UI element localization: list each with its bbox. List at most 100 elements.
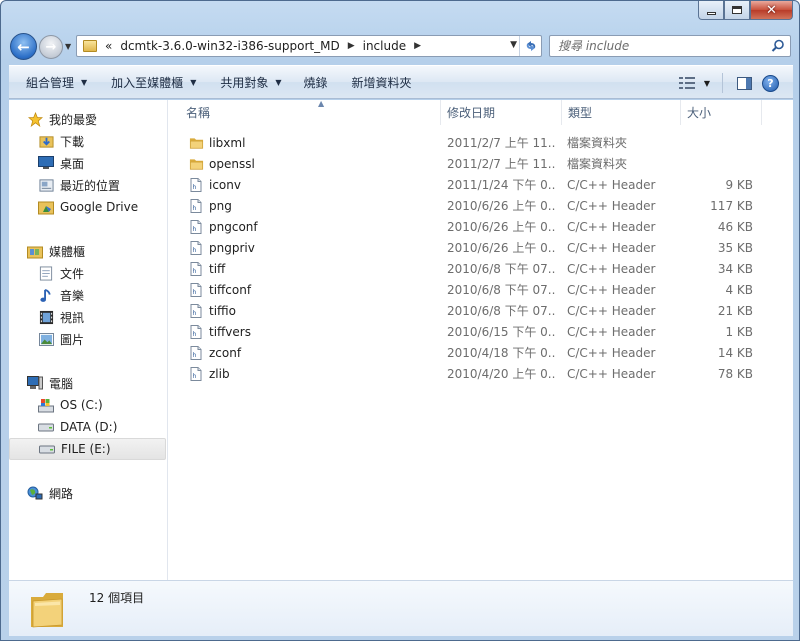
file-name: openssl <box>209 156 255 171</box>
search-input[interactable] <box>558 39 768 53</box>
file-name-cell: h tiffvers <box>188 321 438 342</box>
refresh-button[interactable] <box>519 36 541 56</box>
file-row[interactable]: h zconf 2010/4/18 下午 0... C/C++ Header 14 KB <box>168 342 793 363</box>
include-in-library-label: 加入至媒體櫃 <box>111 75 184 90</box>
file-date: 2011/2/7 上午 11... <box>447 136 555 150</box>
maximize-icon <box>732 6 742 14</box>
file-size: 9 KB <box>725 177 753 192</box>
file-type: 檔案資料夾 <box>567 157 628 171</box>
forward-arrow-icon: → <box>45 39 57 55</box>
change-view-button[interactable]: ▼ <box>671 77 718 89</box>
new-folder-button[interactable]: 新增資料夾 <box>343 70 421 94</box>
nav-computer[interactable]: 電腦 <box>27 372 73 394</box>
file-row[interactable]: h pngpriv 2010/6/26 上午 0... C/C++ Header 35 … <box>168 237 793 258</box>
address-bar[interactable]: « dcmtk-3.6.0-win32-i386-support_MD ▶ in… <box>76 35 542 57</box>
downloads-folder-icon <box>38 133 54 149</box>
header-file-icon: h <box>188 219 204 235</box>
nav-item-drive-d[interactable]: DATA (D:) <box>38 416 117 438</box>
nav-item-drive-c[interactable]: OS (C:) <box>38 394 103 416</box>
include-in-library-menu[interactable]: 加入至媒體櫃 ▼ <box>102 70 205 94</box>
breadcrumb-chevron-icon[interactable]: ▶ <box>348 41 355 51</box>
nav-network[interactable]: 網路 <box>27 482 73 504</box>
search-box[interactable] <box>549 35 791 57</box>
videos-icon <box>38 309 54 325</box>
header-file-icon: h <box>188 345 204 361</box>
minimize-button[interactable] <box>698 1 724 20</box>
breadcrumb-segment[interactable]: dcmtk-3.6.0-win32-i386-support_MD <box>120 39 339 53</box>
nav-item-downloads[interactable]: 下載 <box>38 130 84 152</box>
nav-item-documents[interactable]: 文件 <box>38 262 84 284</box>
file-type: C/C++ Header <box>567 219 656 234</box>
address-dropdown-button[interactable]: ▼ <box>510 40 517 50</box>
share-with-menu[interactable]: 共用對象 ▼ <box>211 70 290 94</box>
column-header-date[interactable]: 修改日期 <box>441 100 561 125</box>
file-name-cell: h iconv <box>188 174 438 195</box>
file-row[interactable]: openssl 2011/2/7 上午 11... 檔案資料夾 <box>168 153 793 174</box>
navigation-pane: 我的最愛 下載 桌面 最近的位置 Google Drive 媒體櫃 文件 音樂 … <box>9 100 167 580</box>
close-button[interactable]: ✕ <box>750 1 793 20</box>
nav-label: 最近的位置 <box>60 178 121 193</box>
file-type: 檔案資料夾 <box>567 136 628 150</box>
nav-libraries[interactable]: 媒體櫃 <box>27 240 85 262</box>
toolbar-separator <box>722 73 723 93</box>
maximize-button[interactable] <box>724 1 750 20</box>
column-divider[interactable] <box>761 100 762 125</box>
address-overflow-button[interactable]: « <box>105 39 112 53</box>
nav-label: DATA (D:) <box>60 420 118 434</box>
nav-item-videos[interactable]: 視訊 <box>38 306 84 328</box>
column-header-type[interactable]: 類型 <box>562 100 680 125</box>
computer-icon <box>27 375 43 391</box>
file-type: C/C++ Header <box>567 177 656 192</box>
file-type: C/C++ Header <box>567 240 656 255</box>
file-row[interactable]: h iconv 2011/1/24 下午 0... C/C++ Header 9 KB <box>168 174 793 195</box>
file-row[interactable]: h png 2010/6/26 上午 0... C/C++ Header 117 KB <box>168 195 793 216</box>
nav-favorites[interactable]: 我的最愛 <box>27 108 97 130</box>
help-icon[interactable]: ? <box>762 74 779 92</box>
burn-button[interactable]: 燒錄 <box>295 70 337 94</box>
file-row[interactable]: h tiffvers 2010/6/15 下午 0... C/C++ Header 1 … <box>168 321 793 342</box>
breadcrumb-segment[interactable]: include <box>363 39 406 53</box>
recent-pages-dropdown[interactable]: ▼ <box>65 42 71 51</box>
nav-item-music[interactable]: 音樂 <box>38 284 84 306</box>
forward-button[interactable]: → <box>39 35 63 59</box>
nav-item-pictures[interactable]: 圖片 <box>38 328 84 350</box>
organize-menu[interactable]: 組合管理 ▼ <box>17 70 96 94</box>
file-row[interactable]: h tiffconf 2010/6/8 下午 07... C/C++ Header 4 … <box>168 279 793 300</box>
explorer-window: ✕ ← → ▼ « dcmtk-3.6.0-win32-i386-support… <box>0 0 800 641</box>
preview-pane-icon[interactable] <box>737 76 752 90</box>
file-size <box>688 153 753 174</box>
file-row[interactable]: h zlib 2010/4/20 上午 0... C/C++ Header 78 KB <box>168 363 793 384</box>
minimize-icon <box>706 11 716 15</box>
column-header-size[interactable]: 大小 <box>681 100 761 125</box>
file-row[interactable]: h tiff 2010/6/8 下午 07... C/C++ Header 34 KB <box>168 258 793 279</box>
command-bar: 組合管理 ▼ 加入至媒體櫃 ▼ 共用對象 ▼ 燒錄 新增資料夾 ▼ ? <box>9 65 793 99</box>
nav-label: 圖片 <box>60 332 85 347</box>
file-size: 78 KB <box>717 366 753 381</box>
search-icon[interactable] <box>771 39 785 53</box>
file-name-cell: h tiff <box>188 258 438 279</box>
nav-item-drive-e[interactable]: FILE (E:) <box>9 438 166 460</box>
file-row[interactable]: h tiffio 2010/6/8 下午 07... C/C++ Header 21 K… <box>168 300 793 321</box>
nav-item-desktop[interactable]: 桌面 <box>38 152 84 174</box>
nav-item-recent-places[interactable]: 最近的位置 <box>38 174 120 196</box>
folder-icon <box>188 135 204 151</box>
share-with-label: 共用對象 <box>220 75 269 90</box>
file-size: 34 KB <box>717 261 753 276</box>
file-row[interactable]: h pngconf 2010/6/26 上午 0... C/C++ Header 46 … <box>168 216 793 237</box>
caption-buttons: ✕ <box>698 1 793 21</box>
breadcrumb-chevron-icon[interactable]: ▶ <box>414 41 421 51</box>
file-name-cell: libxml <box>188 132 438 153</box>
file-date: 2010/6/15 下午 0... <box>447 325 555 339</box>
column-header-name[interactable]: 名稱 ▲ <box>180 100 440 125</box>
back-button[interactable]: ← <box>10 33 37 60</box>
file-row[interactable]: libxml 2011/2/7 上午 11... 檔案資料夾 <box>168 132 793 153</box>
google-drive-icon <box>38 199 54 215</box>
nav-item-google-drive[interactable]: Google Drive <box>38 196 138 218</box>
file-size: 4 KB <box>725 282 753 297</box>
svg-text:h: h <box>193 268 197 275</box>
music-icon <box>38 287 54 303</box>
file-type: C/C++ Header <box>567 324 656 339</box>
file-name-cell: openssl <box>188 153 438 174</box>
nav-label: 下載 <box>60 134 85 149</box>
folder-icon <box>188 156 204 172</box>
